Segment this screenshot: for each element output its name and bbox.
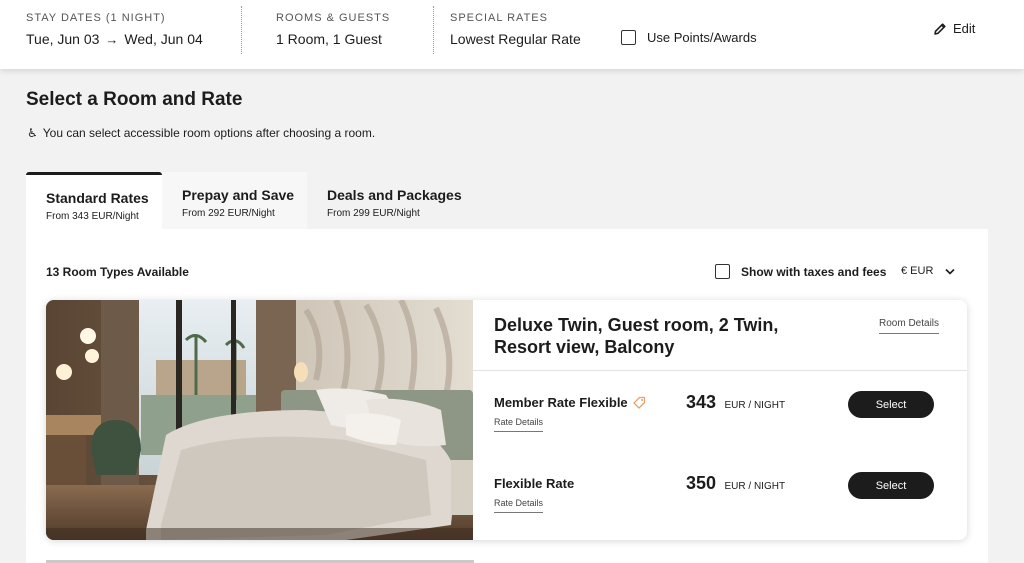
currency-value: € EUR [901,265,934,277]
edit-button[interactable]: Edit [933,21,975,36]
special-rates-section[interactable]: SPECIAL RATES Lowest Regular Rate [450,12,581,47]
rooms-guests-label: ROOMS & GUESTS [276,12,391,24]
divider [433,6,434,54]
search-summary-header: STAY DATES (1 NIGHT) Tue, Jun 03 → Wed, … [0,0,1024,69]
tab-title: Standard Rates [46,190,149,206]
price-unit: EUR / NIGHT [724,481,786,492]
tab-title: Deals and Packages [327,187,462,203]
special-rates-value: Lowest Regular Rate [450,31,581,47]
checkbox-icon[interactable] [715,264,730,279]
price-unit: EUR / NIGHT [724,400,786,411]
right-arrow-icon: → [105,31,119,47]
rooms-guests-value: 1 Room, 1 Guest [276,31,382,47]
rate-name-text: Flexible Rate [494,476,575,491]
price-amount: 350 [686,473,717,493]
currency-selector[interactable]: € EUR [901,265,955,277]
tab-standard-rates[interactable]: Standard Rates From 343 EUR/Night [26,172,162,230]
tab-title: Prepay and Save [182,187,295,203]
accessible-note-text: You can select accessible room options a… [42,126,376,140]
room-card: Deluxe Twin, Guest room, 2 Twin, Resort … [46,300,967,540]
edit-label: Edit [953,21,976,36]
rate-name-text: Member Rate Flexible [494,395,628,410]
tab-subtitle: From 299 EUR/Night [327,208,420,219]
rate-price: 350 EUR / NIGHT [686,473,785,494]
rate-option: Flexible Rate Rate Details 350 EUR / NIG… [494,472,944,526]
special-rates-label: SPECIAL RATES [450,12,548,24]
tab-prepay-and-save[interactable]: Prepay and Save From 292 EUR/Night [162,172,307,230]
checkbox-icon[interactable] [621,30,636,45]
tag-icon [633,396,645,409]
rates-panel: 13 Room Types Available Show with taxes … [26,229,988,563]
wheelchair-icon: ♿ [27,126,38,140]
tab-subtitle: From 343 EUR/Night [46,211,139,222]
stay-dates-value: Tue, Jun 03 → Wed, Jun 04 [26,31,203,47]
room-photo[interactable] [46,300,473,540]
use-points-label: Use Points/Awards [647,30,757,45]
check-out-date: Wed, Jun 04 [124,31,203,47]
use-points-checkbox[interactable]: Use Points/Awards [621,30,757,45]
rooms-guests-section[interactable]: ROOMS & GUESTS 1 Room, 1 Guest [276,12,390,47]
select-button[interactable]: Select [848,391,934,418]
taxes-fees-label: Show with taxes and fees [741,264,887,279]
room-name: Deluxe Twin, Guest room, 2 Twin, Resort … [494,315,779,357]
stay-dates-section[interactable]: STAY DATES (1 NIGHT) Tue, Jun 03 → Wed, … [26,12,203,47]
rate-name: Flexible Rate [494,476,574,491]
accessible-note: ♿ You can select accessible room options… [27,126,375,140]
rate-details-link[interactable]: Rate Details [494,417,544,432]
stay-dates-label: STAY DATES (1 NIGHT) [26,12,166,24]
check-in-date: Tue, Jun 03 [26,31,100,47]
rate-price: 343 EUR / NIGHT [686,392,785,413]
rate-option: Member Rate Flexible Rate Details 343 EU… [494,391,944,445]
select-button[interactable]: Select [848,472,934,499]
tab-subtitle: From 292 EUR/Night [182,208,275,219]
chevron-down-icon [945,268,955,275]
tab-deals-and-packages[interactable]: Deals and Packages From 299 EUR/Night [307,172,477,230]
pencil-icon [934,22,946,35]
rate-details-link[interactable]: Rate Details [494,498,544,513]
taxes-fees-checkbox[interactable]: Show with taxes and fees [715,264,886,279]
divider [241,6,242,54]
divider [473,370,967,371]
rate-name: Member Rate Flexible [494,395,646,410]
page-title: Select a Room and Rate [26,89,243,110]
room-types-count: 13 Room Types Available [46,265,189,279]
price-amount: 343 [686,392,717,412]
room-details-link[interactable]: Room Details [879,318,940,334]
